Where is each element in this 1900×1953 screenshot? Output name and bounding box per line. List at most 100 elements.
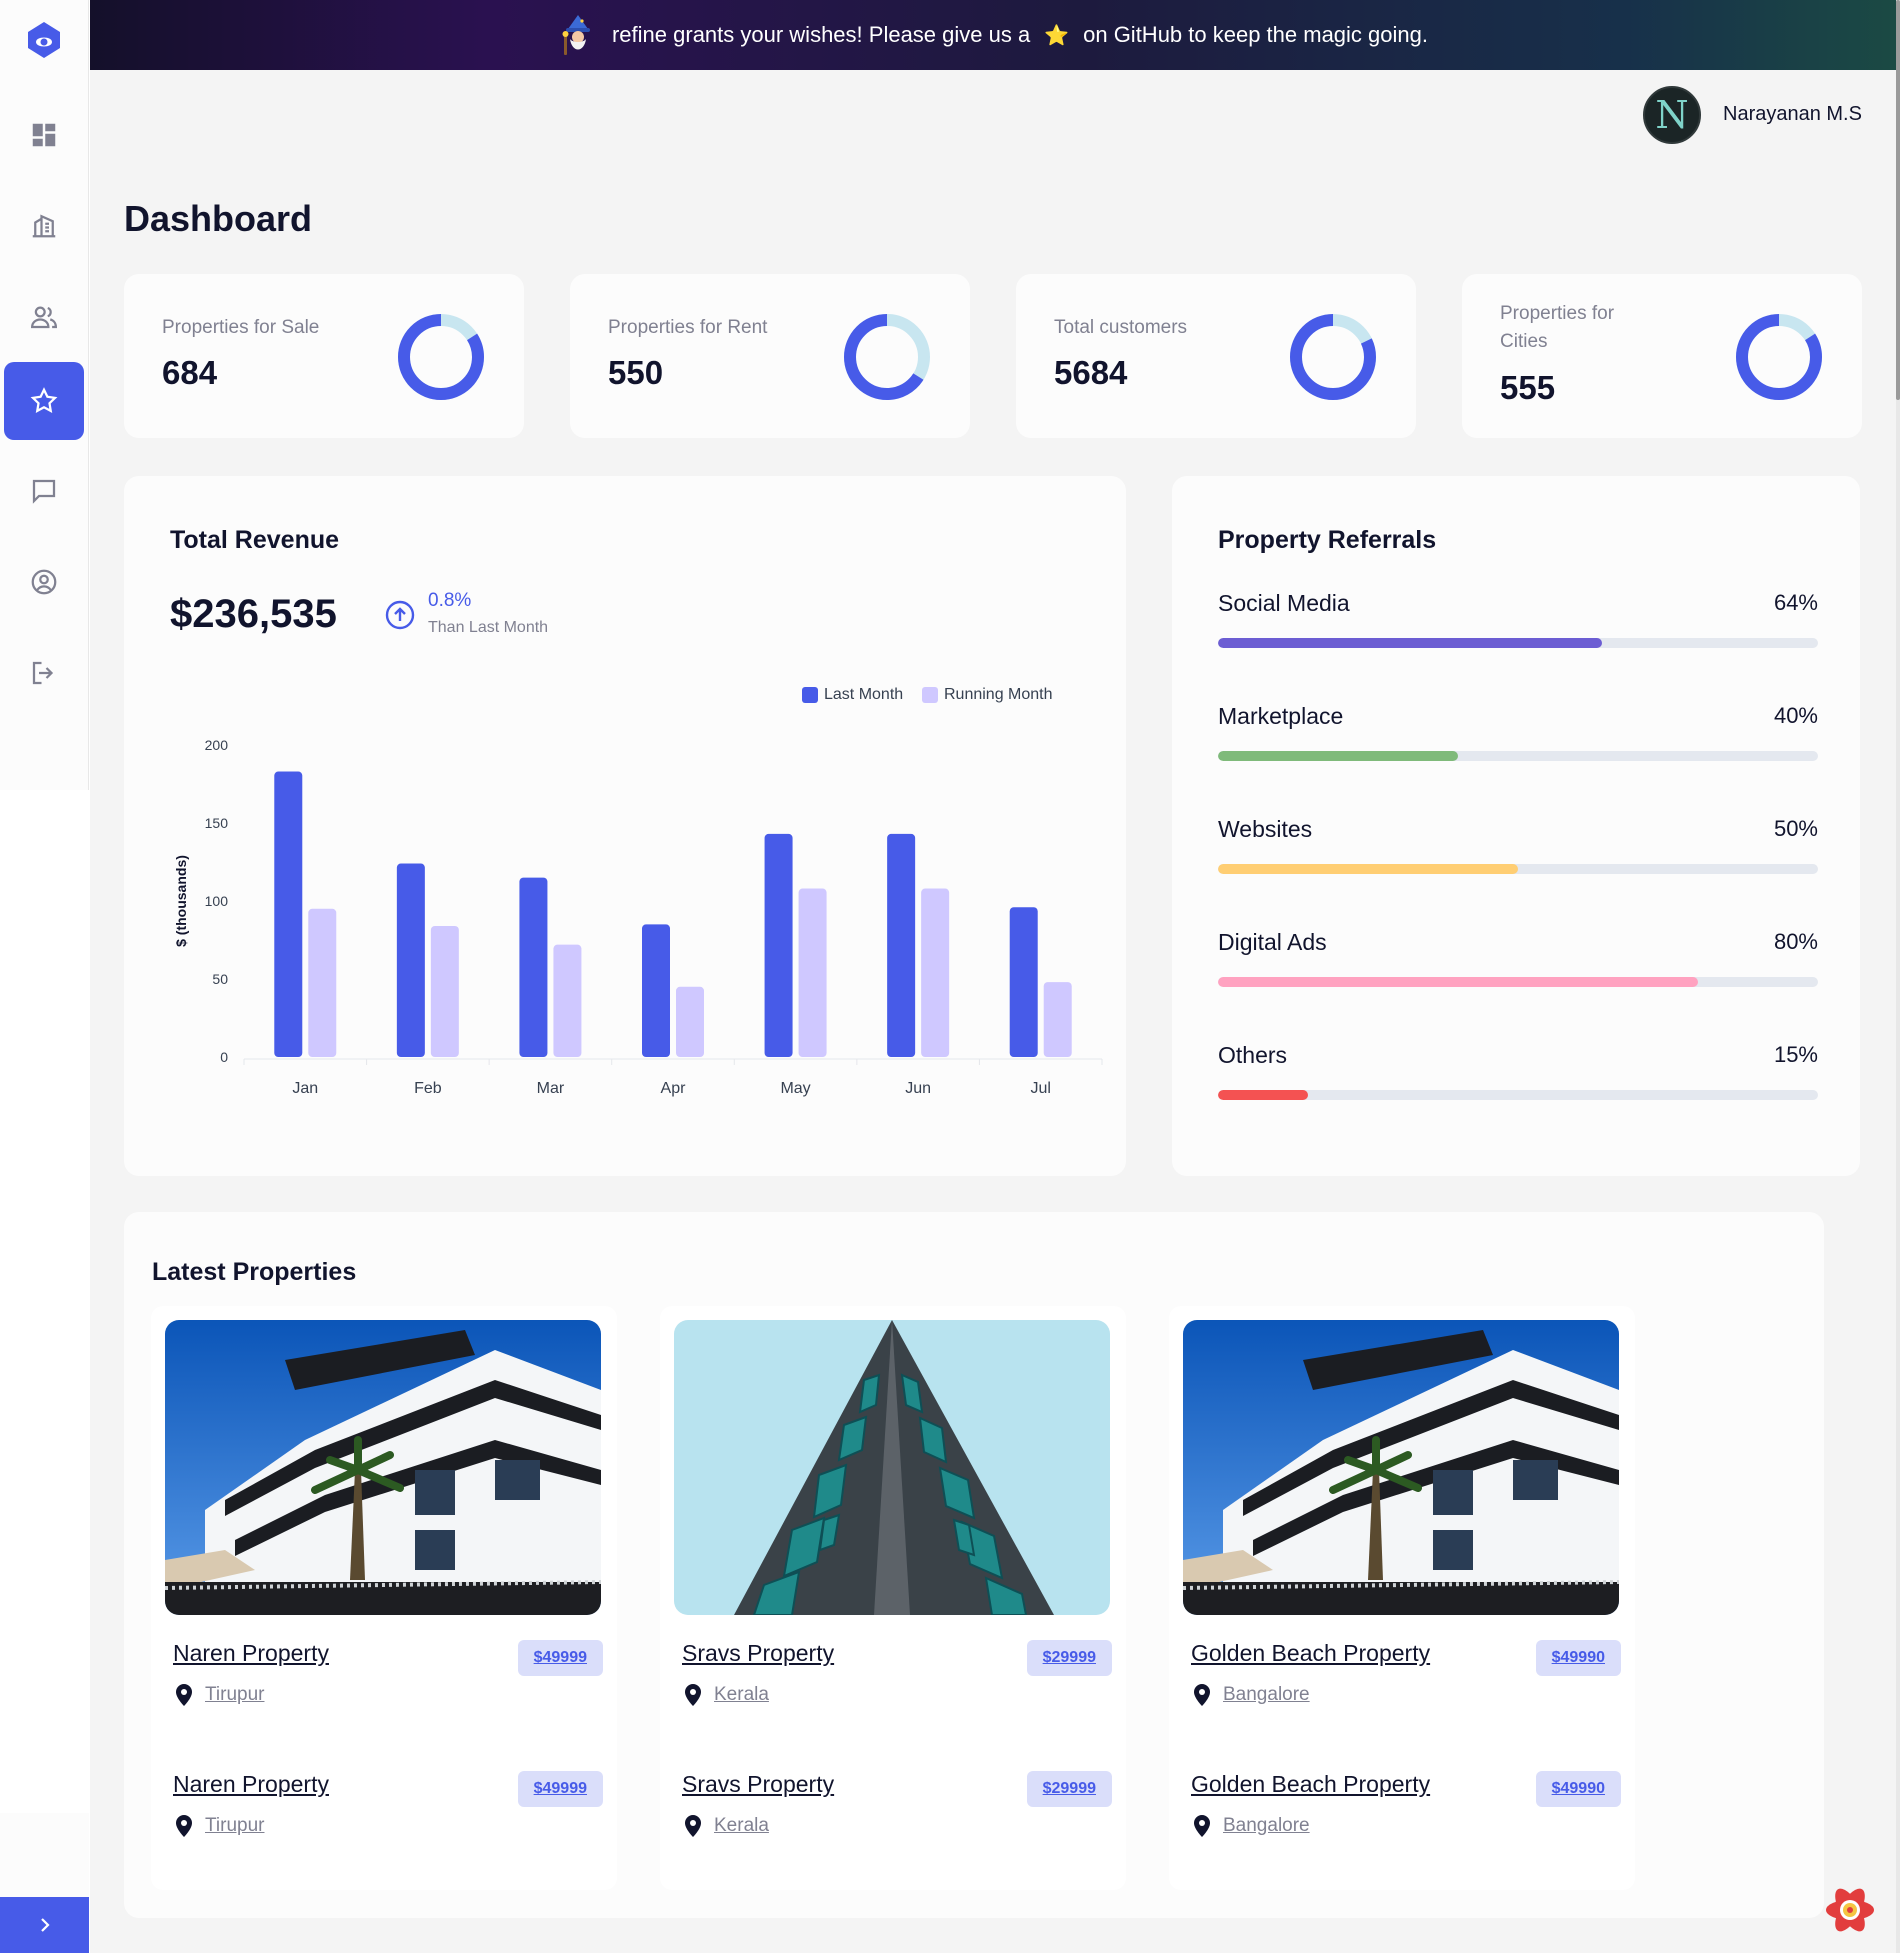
referrals-title: Property Referrals <box>1218 526 1437 554</box>
property-image-villa[interactable] <box>165 1320 601 1615</box>
profile-icon <box>31 569 57 595</box>
latest-title: Latest Properties <box>152 1258 357 1286</box>
property-card: Naren Property $49999 Tirupur Naren Prop… <box>151 1306 617 1890</box>
y-tick-label: 150 <box>205 815 229 831</box>
logout-icon <box>32 661 54 685</box>
x-tick-label: May <box>780 1080 810 1097</box>
property-location-link[interactable]: Tirupur <box>173 1813 264 1839</box>
location-pin-icon <box>1194 1684 1210 1706</box>
property-price-badge[interactable]: $49999 <box>517 1640 603 1676</box>
bar-last-month <box>887 833 916 1057</box>
sidebar-collapse-button[interactable] <box>0 1897 89 1953</box>
referral-progress-fill <box>1218 864 1518 874</box>
property-entry: Golden Beach Property $49990 Bangalore <box>1191 1771 1621 1881</box>
sidebar-item-properties[interactable] <box>4 186 84 264</box>
devtools-flower-icon[interactable] <box>1820 1880 1880 1940</box>
property-title-link[interactable]: Sravs Property <box>682 1771 834 1798</box>
stat-card-sale: Properties for Sale 684 <box>124 274 524 438</box>
bar-last-month <box>642 924 670 1057</box>
property-image-villa[interactable] <box>1183 1320 1619 1615</box>
avatar-initial: N <box>1655 93 1689 137</box>
property-location-link[interactable]: Bangalore <box>1191 1813 1310 1839</box>
referral-name: Digital Ads <box>1218 929 1327 955</box>
stat-donut-chart <box>1736 314 1822 400</box>
property-location-text: Kerala <box>714 1684 769 1705</box>
property-location-link[interactable]: Tirupur <box>173 1682 264 1708</box>
referral-name: Websites <box>1218 816 1313 842</box>
banner-text-end: on GitHub to keep the magic going. <box>1083 22 1428 47</box>
location-pin-icon <box>176 1815 192 1837</box>
page-title: Dashboard <box>124 198 313 239</box>
property-location-link[interactable]: Bangalore <box>1191 1682 1310 1708</box>
x-tick-label: Apr <box>661 1080 687 1097</box>
y-axis-label: $ (thousands) <box>173 855 189 947</box>
sidebar-item-messages[interactable] <box>4 452 84 530</box>
property-price-badge[interactable]: $49999 <box>517 1771 603 1807</box>
property-entry: Sravs Property $29999 Kerala <box>682 1640 1112 1750</box>
sidebar-item-profile[interactable] <box>4 543 84 621</box>
property-title-link[interactable]: Golden Beach Property <box>1191 1771 1430 1798</box>
referral-progress-track <box>1218 864 1818 874</box>
property-price-badge[interactable]: $29999 <box>1026 1640 1112 1676</box>
properties-icon <box>32 214 56 238</box>
scrollbar-thumb[interactable] <box>1896 0 1900 400</box>
sidebar-item-reviews[interactable] <box>4 362 84 440</box>
x-tick-label: Jul <box>1030 1080 1050 1097</box>
stat-label: Properties for Rent <box>608 317 768 338</box>
referral-progress-fill <box>1218 977 1698 987</box>
page-scrollbar[interactable] <box>1896 0 1900 1953</box>
property-location-text: Kerala <box>714 1815 769 1836</box>
referral-progress-fill <box>1218 638 1602 648</box>
bar-running-month <box>553 944 582 1057</box>
teal-tower-photo <box>674 1320 1110 1615</box>
user-avatar[interactable]: N <box>1643 86 1701 144</box>
location-pin-icon <box>176 1684 192 1706</box>
stat-card-rent: Properties for Rent 550 <box>570 274 970 438</box>
y-tick-label: 100 <box>205 893 229 909</box>
refine-logo-icon[interactable] <box>22 18 66 62</box>
property-entry: Naren Property $49999 Tirupur <box>173 1640 603 1750</box>
sidebar-item-logout[interactable] <box>4 634 84 712</box>
bar-last-month <box>396 863 425 1057</box>
x-tick-label: Mar <box>537 1080 565 1097</box>
referral-progress-fill <box>1218 751 1458 761</box>
property-location-link[interactable]: Kerala <box>682 1813 769 1839</box>
star-emoji-icon: ⭐ <box>1044 24 1070 47</box>
stat-value: 555 <box>1500 369 1556 406</box>
referral-progress-track <box>1218 751 1818 761</box>
sidebar-item-agents[interactable] <box>4 278 84 356</box>
referral-progress-track <box>1218 977 1818 987</box>
property-location-link[interactable]: Kerala <box>682 1682 769 1708</box>
total-revenue-panel: Total Revenue $236,535 0.8% Than Last Mo… <box>124 476 1126 1176</box>
property-title-link[interactable]: Naren Property <box>173 1640 329 1667</box>
github-banner[interactable]: refine grants your wishes! Please give u… <box>90 0 1896 70</box>
bar-last-month <box>519 877 548 1057</box>
bar-running-month <box>430 925 459 1057</box>
white-villa-photo <box>165 1320 601 1615</box>
property-price-badge[interactable]: $49990 <box>1535 1640 1621 1676</box>
property-price-badge[interactable]: $49990 <box>1535 1771 1621 1807</box>
property-title-link[interactable]: Golden Beach Property <box>1191 1640 1430 1667</box>
y-tick-label: 0 <box>220 1049 228 1065</box>
property-entry: Naren Property $49999 Tirupur <box>173 1771 603 1881</box>
sidebar-item-dashboard[interactable] <box>4 96 84 174</box>
property-price-badge[interactable]: $29999 <box>1026 1771 1112 1807</box>
y-tick-label: 200 <box>205 737 229 753</box>
property-title-link[interactable]: Sravs Property <box>682 1640 834 1667</box>
x-tick-label: Jan <box>292 1080 318 1097</box>
property-image-tower[interactable] <box>674 1320 1110 1615</box>
message-icon <box>32 479 56 504</box>
referral-progress-fill <box>1218 1090 1308 1100</box>
stat-value: 5684 <box>1054 354 1128 391</box>
location-pin-icon <box>1194 1815 1210 1837</box>
stat-donut-chart <box>1290 314 1376 400</box>
white-villa-photo <box>1183 1320 1619 1615</box>
referral-name: Social Media <box>1218 590 1350 616</box>
bar-last-month <box>764 833 793 1057</box>
stat-label: Total customers <box>1054 317 1188 338</box>
bar-running-month <box>676 986 704 1057</box>
wizard-icon <box>562 15 590 55</box>
dashboard-icon <box>32 123 56 147</box>
property-title-link[interactable]: Naren Property <box>173 1771 329 1798</box>
stat-value: 684 <box>162 354 218 391</box>
